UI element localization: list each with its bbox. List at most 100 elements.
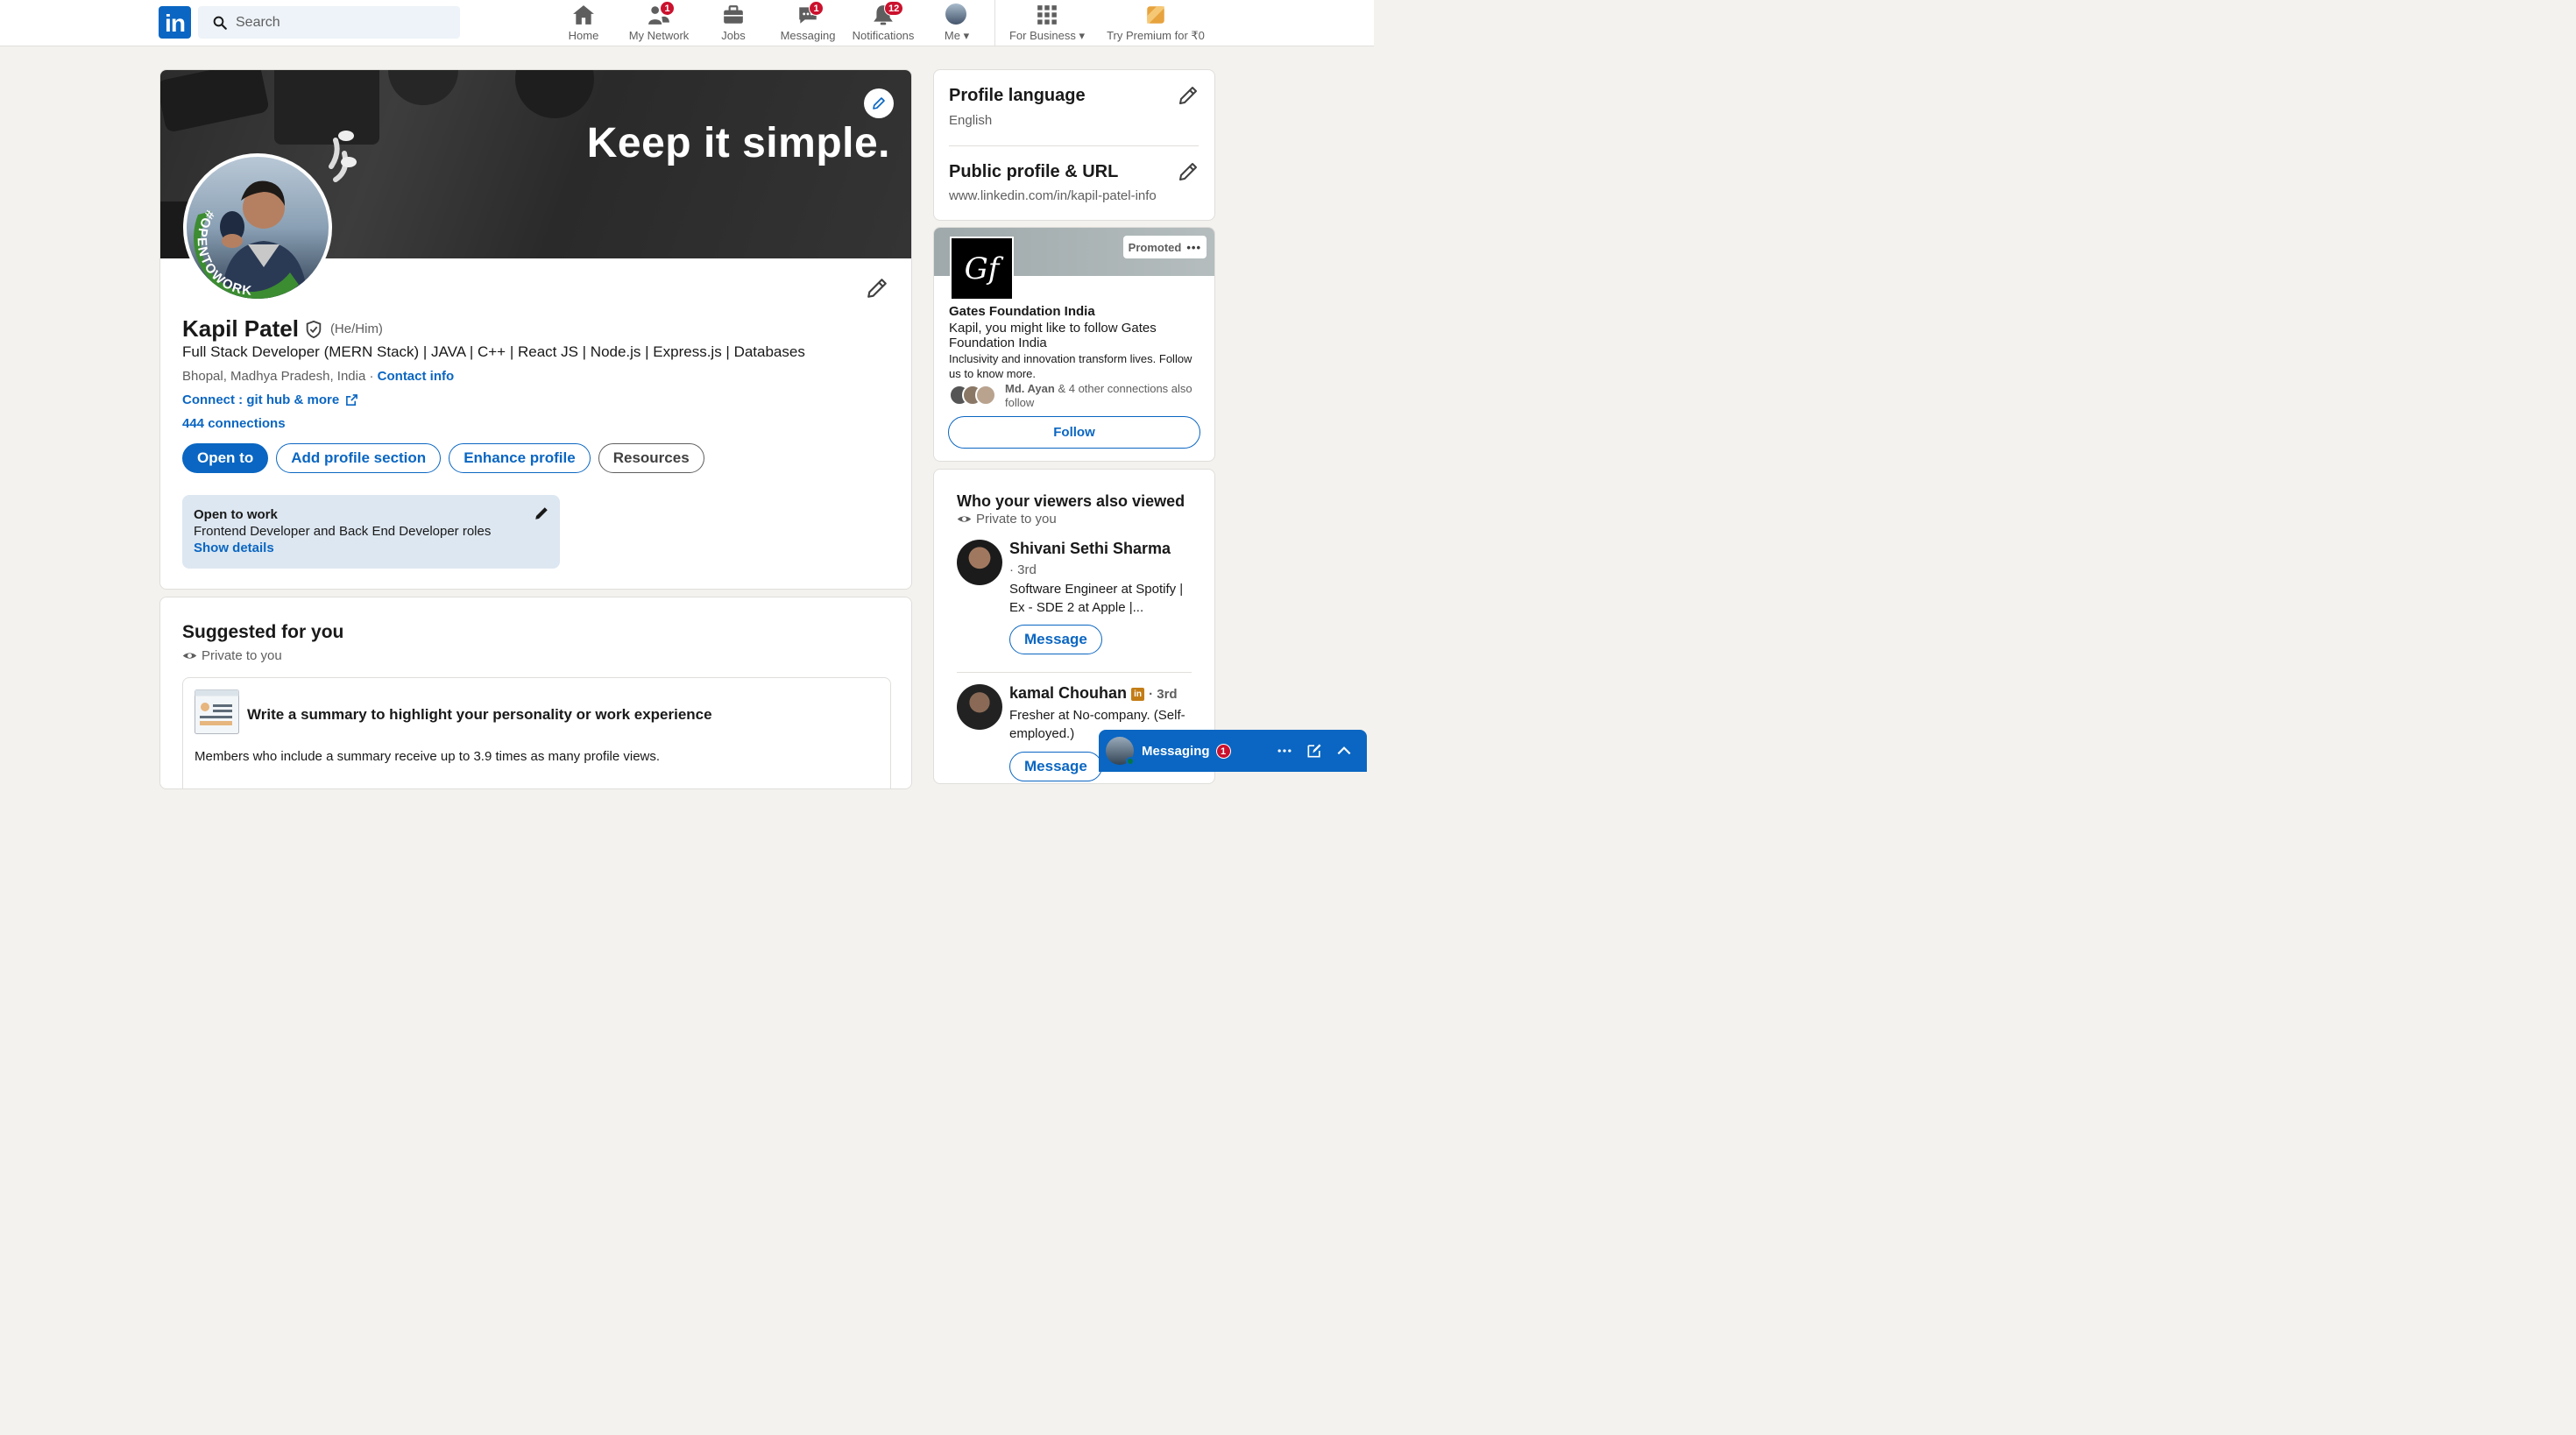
nav-for-business[interactable]: For Business ▾ bbox=[1003, 4, 1091, 44]
person-name[interactable]: kamal Chouhan bbox=[1009, 684, 1127, 702]
profile-language-title: Profile language bbox=[949, 86, 1086, 105]
messaging-badge: 1 bbox=[809, 1, 824, 16]
enhance-profile-button[interactable]: Enhance profile bbox=[449, 443, 591, 473]
ad-org-name[interactable]: Gates Foundation India bbox=[949, 304, 1095, 319]
pencil-icon bbox=[873, 97, 885, 110]
verified-shield-icon[interactable] bbox=[304, 320, 323, 339]
eye-icon bbox=[957, 516, 972, 522]
suggestion-item[interactable]: Write a summary to highlight your person… bbox=[182, 677, 891, 788]
avatar bbox=[945, 4, 966, 25]
follow-button[interactable]: Follow bbox=[948, 416, 1200, 449]
avatar bbox=[975, 385, 996, 406]
briefcase-icon bbox=[724, 5, 743, 24]
location-text: Bhopal, Madhya Pradesh, India bbox=[182, 369, 366, 384]
search-box[interactable] bbox=[198, 6, 460, 39]
person-name[interactable]: Shivani Sethi Sharma bbox=[1009, 540, 1171, 558]
suggestion-title: Write a summary to highlight your person… bbox=[247, 706, 712, 723]
open-to-work-roles: Frontend Developer and Back End Develope… bbox=[194, 524, 492, 539]
notifications-badge: 12 bbox=[884, 1, 904, 16]
custom-link[interactable]: Connect : git hub & more bbox=[182, 392, 358, 407]
eye-icon bbox=[182, 653, 197, 659]
avatar[interactable] bbox=[957, 540, 1002, 585]
resources-button[interactable]: Resources bbox=[598, 443, 704, 473]
promoted-ad-card: Promoted ••• Gf Gates Foundation India Ka… bbox=[933, 227, 1215, 462]
banner-tagline: Keep it simple. bbox=[586, 120, 890, 166]
viewers-title: Who your viewers also viewed bbox=[957, 492, 1185, 510]
network-badge: 1 bbox=[660, 1, 675, 16]
avatar bbox=[1106, 737, 1135, 766]
open-to-work-title: Open to work bbox=[194, 507, 278, 522]
private-label: Private to you bbox=[957, 512, 1057, 527]
public-profile-title: Public profile & URL bbox=[949, 162, 1119, 181]
profile-language-value: English bbox=[949, 113, 993, 128]
nav-jobs[interactable]: Jobs bbox=[711, 4, 755, 44]
message-button[interactable]: Message bbox=[1009, 625, 1102, 654]
messaging-dock-label: Messaging bbox=[1142, 743, 1210, 759]
connections-link[interactable]: 444 connections bbox=[182, 416, 286, 431]
edit-banner-button[interactable] bbox=[864, 88, 894, 118]
chevron-up-icon[interactable] bbox=[1335, 742, 1353, 760]
online-indicator bbox=[1126, 757, 1135, 766]
profile-settings-card: Profile language English Public profile … bbox=[933, 69, 1215, 221]
nav-try-premium[interactable]: Try Premium for ₹0 bbox=[1102, 4, 1209, 44]
search-input[interactable] bbox=[236, 14, 446, 31]
search-icon bbox=[213, 16, 227, 30]
nav-home[interactable]: Home bbox=[561, 4, 606, 44]
home-icon bbox=[573, 5, 594, 25]
pencil-icon[interactable] bbox=[534, 505, 549, 521]
summary-card-icon bbox=[195, 689, 239, 734]
promoted-label[interactable]: Promoted ••• bbox=[1122, 236, 1207, 258]
pronouns: (He/Him) bbox=[329, 322, 383, 336]
more-options-icon: ••• bbox=[1186, 240, 1201, 254]
messaging-dock[interactable]: Messaging 1 bbox=[1099, 730, 1367, 772]
ad-description: Inclusivity and innovation transform liv… bbox=[949, 352, 1192, 380]
open-to-work-box: Open to work Frontend Developer and Back… bbox=[182, 495, 560, 569]
suggested-card: Suggested for you Private to you Write a… bbox=[159, 597, 912, 789]
messaging-dock-badge: 1 bbox=[1215, 743, 1231, 759]
ad-connections-text: Md. Ayan & 4 other connections also foll… bbox=[1005, 382, 1192, 409]
top-nav: in Home 1 My Network Jobs 1 Messaging 12… bbox=[0, 0, 1374, 46]
premium-badge-icon: in bbox=[1131, 687, 1145, 701]
add-profile-section-button[interactable]: Add profile section bbox=[276, 443, 442, 473]
person-headline: Software Engineer at Spotify | Ex - SDE … bbox=[1009, 582, 1184, 615]
nav-me[interactable]: Me ▾ bbox=[936, 4, 978, 44]
divider bbox=[957, 672, 1192, 673]
nav-messaging[interactable]: 1 Messaging bbox=[778, 1, 838, 44]
nav-notifications[interactable]: 12 Notifications bbox=[847, 1, 919, 44]
chevron-down-icon: ▾ bbox=[963, 29, 970, 42]
chevron-down-icon: ▾ bbox=[1079, 29, 1086, 42]
org-logo[interactable]: Gf bbox=[950, 237, 1014, 300]
suggestion-body: Members who include a summary receive up… bbox=[195, 749, 661, 764]
premium-icon bbox=[1147, 6, 1164, 24]
edit-language-pencil-icon[interactable] bbox=[1178, 85, 1199, 106]
public-profile-url: www.linkedin.com/in/kapil-patel-info bbox=[949, 188, 1157, 203]
grid-icon bbox=[1037, 5, 1057, 25]
name-row: Kapil Patel (He/Him) bbox=[182, 315, 383, 343]
nav-my-network[interactable]: 1 My Network bbox=[624, 1, 694, 44]
svg-text:#OPENTOWORK: #OPENTOWORK bbox=[195, 208, 254, 299]
edit-url-pencil-icon[interactable] bbox=[1178, 161, 1199, 182]
message-button[interactable]: Message bbox=[1009, 752, 1102, 781]
connection-degree: · 3rd bbox=[1149, 687, 1178, 702]
more-options-icon[interactable] bbox=[1276, 742, 1293, 760]
location-row: Bhopal, Madhya Pradesh, India · Contact … bbox=[182, 369, 455, 384]
connection-degree: · 3rd bbox=[1009, 562, 1037, 577]
profile-photo[interactable]: #OPENTOWORK bbox=[183, 153, 332, 302]
contact-info-link[interactable]: Contact info bbox=[378, 369, 455, 384]
profile-name: Kapil Patel bbox=[182, 315, 299, 342]
profile-card: Keep it simple. #OPENTOWORK Kapil Patel bbox=[159, 69, 912, 590]
open-to-work-ring: #OPENTOWORK bbox=[194, 208, 299, 299]
compose-icon[interactable] bbox=[1306, 742, 1323, 760]
ad-message: Kapil, you might like to follow Gates Fo… bbox=[949, 321, 1157, 350]
profile-headline: Full Stack Developer (MERN Stack) | JAVA… bbox=[182, 343, 805, 360]
profile-actions: Open to Add profile section Enhance prof… bbox=[182, 443, 704, 473]
avatar[interactable] bbox=[957, 684, 1002, 730]
show-details-link[interactable]: Show details bbox=[194, 541, 548, 555]
connection-avatars bbox=[949, 385, 998, 407]
divider bbox=[949, 145, 1199, 146]
private-label: Private to you bbox=[182, 648, 282, 663]
open-to-button[interactable]: Open to bbox=[182, 443, 269, 473]
edit-intro-pencil-icon[interactable] bbox=[866, 277, 888, 300]
external-link-icon bbox=[346, 394, 358, 406]
linkedin-logo[interactable]: in bbox=[159, 6, 191, 39]
